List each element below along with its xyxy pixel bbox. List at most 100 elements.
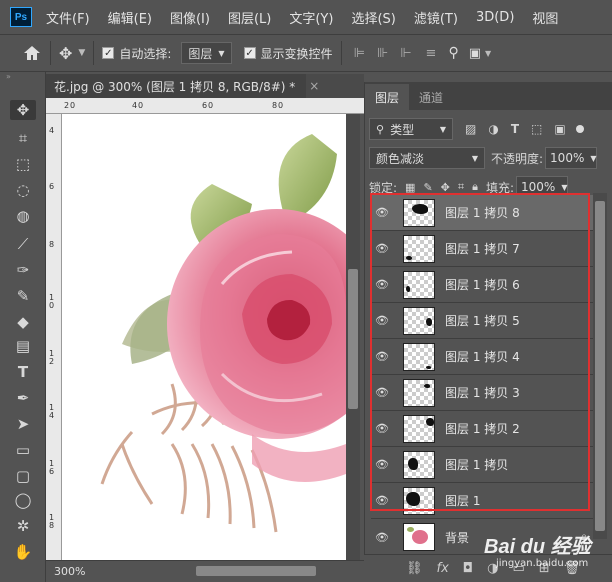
canvas-vertical-scrollbar[interactable]	[346, 114, 360, 560]
hand-tool-icon[interactable]: ✋	[13, 542, 33, 562]
filter-shape-icon[interactable]: ⬚	[531, 122, 542, 136]
layer-row[interactable]: 👁︎ 图层 1 拷贝	[371, 447, 593, 483]
layer-row[interactable]: 👁︎ 图层 1 拷贝 6	[371, 267, 593, 303]
blend-mode-dropdown[interactable]: 颜色减淡 ▼	[369, 147, 485, 169]
visibility-eye-icon[interactable]: 👁︎	[371, 386, 393, 399]
align-center-icon[interactable]: ⊪	[377, 46, 388, 61]
menu-select[interactable]: 选择(S)	[351, 8, 395, 27]
opacity-field[interactable]: 100% ▼	[545, 147, 598, 169]
layer-name[interactable]: 图层 1 拷贝 8	[445, 204, 520, 221]
chevron-down-icon[interactable]: ▼	[78, 48, 85, 58]
layer-row[interactable]: 👁︎ 图层 1 拷贝 4	[371, 339, 593, 375]
document-canvas[interactable]	[62, 114, 346, 560]
layer-row[interactable]: 👁︎ 图层 1 拷贝 7	[371, 231, 593, 267]
filter-toggle-icon[interactable]	[575, 125, 584, 133]
gradient-tool-icon[interactable]: ▤	[13, 336, 33, 356]
auto-select-checkbox[interactable]: ✓	[102, 47, 115, 59]
menu-3d[interactable]: 3D(D)	[476, 10, 514, 25]
menu-layer[interactable]: 图层(L)	[228, 8, 271, 27]
layer-row[interactable]: 👁︎ 图层 1	[371, 483, 593, 519]
layer-name[interactable]: 图层 1 拷贝 4	[445, 348, 520, 365]
menu-edit[interactable]: 编辑(E)	[108, 8, 152, 27]
layer-name[interactable]: 图层 1 拷贝 6	[445, 276, 520, 293]
document-tab[interactable]: 花.jpg @ 300% (图层 1 拷贝 8, RGB/8#) * ×	[46, 74, 319, 98]
show-transform-checkbox[interactable]: ✓	[243, 47, 256, 59]
lock-all-icon[interactable]: 🔒︎	[472, 180, 478, 194]
search-icon[interactable]: ⚲	[448, 45, 458, 61]
menu-file[interactable]: 文件(F)	[46, 8, 90, 27]
visibility-eye-icon[interactable]: 👁︎	[371, 242, 393, 255]
brush-tool-icon[interactable]: ✎	[13, 286, 33, 306]
move-tool-icon[interactable]: ✥	[10, 100, 36, 120]
layer-row[interactable]: 👁︎ 图层 1 拷贝 2	[371, 411, 593, 447]
marquee-tool-icon[interactable]: ⬚	[13, 154, 33, 174]
menu-view[interactable]: 视图	[532, 8, 558, 27]
layer-name[interactable]: 图层 1 拷贝 7	[445, 240, 520, 257]
visibility-eye-icon[interactable]: 👁︎	[371, 494, 393, 507]
layer-row[interactable]: 👁︎ 图层 1 拷贝 8	[371, 195, 593, 231]
scrollbar-thumb[interactable]	[348, 269, 358, 409]
lock-artboard-icon[interactable]: ⌗	[458, 180, 464, 194]
layers-scrollbar[interactable]	[593, 193, 607, 539]
filter-adjustment-icon[interactable]: ◑	[488, 122, 498, 136]
rounded-rect-tool-icon[interactable]: ▢	[13, 466, 33, 486]
tab-channels[interactable]: 通道	[409, 84, 453, 110]
fx-icon[interactable]: fx	[437, 561, 449, 576]
link-icon[interactable]: ⛓︎	[406, 561, 423, 576]
pen-tool-icon[interactable]: ✒	[13, 388, 33, 408]
menu-type[interactable]: 文字(Y)	[289, 8, 333, 27]
layer-name[interactable]: 图层 1	[445, 492, 480, 509]
scrollbar-thumb[interactable]	[595, 201, 605, 531]
menu-filter[interactable]: 滤镜(T)	[414, 8, 458, 27]
visibility-eye-icon[interactable]: 👁︎	[371, 206, 393, 219]
filter-type-icon[interactable]: T	[511, 122, 519, 136]
scrollbar-thumb[interactable]	[196, 566, 316, 576]
layer-row[interactable]: 👁︎ 图层 1 拷贝 3	[371, 375, 593, 411]
ellipse-tool-icon[interactable]: ◯	[13, 490, 33, 510]
auto-select-dropdown[interactable]: 图层 ▼	[181, 42, 232, 64]
adjustment-icon[interactable]: ◑	[487, 561, 498, 576]
lock-position-icon[interactable]: ✥	[441, 181, 450, 194]
layer-name[interactable]: 图层 1 拷贝 3	[445, 384, 520, 401]
filter-smart-object-icon[interactable]: ▣	[554, 122, 565, 136]
quick-select-tool-icon[interactable]: ◍	[13, 206, 33, 226]
type-tool-icon[interactable]: T	[13, 362, 33, 382]
distribute-icon[interactable]: ≡	[426, 46, 437, 61]
trash-icon[interactable]: 🗑︎	[564, 561, 581, 576]
rectangle-tool-icon[interactable]: ▭	[13, 440, 33, 460]
canvas-horizontal-scrollbar[interactable]	[96, 561, 346, 581]
lock-pixels-icon[interactable]: ✎	[423, 181, 432, 194]
visibility-eye-icon[interactable]: 👁︎	[371, 278, 393, 291]
layer-name[interactable]: 背景	[445, 529, 469, 546]
chevron-down-icon[interactable]: ▼	[485, 49, 491, 58]
align-right-icon[interactable]: ⊩	[400, 46, 411, 61]
custom-shape-tool-icon[interactable]: ✲	[13, 516, 33, 536]
move-tool-icon[interactable]: ✥	[59, 44, 72, 63]
tab-layers[interactable]: 图层	[365, 84, 410, 110]
home-icon[interactable]	[22, 43, 42, 63]
artboard-tool-icon[interactable]: ⌗	[13, 128, 33, 148]
crop-tool-icon[interactable]: ⟋	[13, 234, 33, 254]
visibility-eye-icon[interactable]: 👁︎	[371, 422, 393, 435]
layer-row[interactable]: 👁︎ 背景 🔒︎	[371, 519, 593, 555]
toolbar-collapse-icon[interactable]: »	[6, 72, 11, 81]
lasso-tool-icon[interactable]: ◌	[13, 180, 33, 200]
filter-pixel-icon[interactable]: ▨	[465, 122, 476, 136]
visibility-eye-icon[interactable]: 👁︎	[371, 314, 393, 327]
zoom-level[interactable]: 300%	[54, 565, 85, 578]
visibility-eye-icon[interactable]: 👁︎	[371, 350, 393, 363]
layer-name[interactable]: 图层 1 拷贝 2	[445, 420, 520, 437]
folder-icon[interactable]: ▭	[512, 561, 524, 576]
mask-icon[interactable]: ◘	[463, 561, 473, 576]
path-select-tool-icon[interactable]: ➤	[13, 414, 33, 434]
visibility-eye-icon[interactable]: 👁︎	[371, 458, 393, 471]
layer-filter-dropdown[interactable]: ⚲ 类型 ▼	[369, 118, 453, 140]
align-left-icon[interactable]: ⊫	[354, 46, 365, 61]
workspace-icon[interactable]: ▣	[469, 46, 481, 61]
new-layer-icon[interactable]: ⊞	[539, 561, 550, 576]
close-icon[interactable]: ×	[309, 79, 319, 93]
layer-row[interactable]: 👁︎ 图层 1 拷贝 5	[371, 303, 593, 339]
layer-name[interactable]: 图层 1 拷贝 5	[445, 312, 520, 329]
layer-name[interactable]: 图层 1 拷贝	[445, 456, 508, 473]
eraser-tool-icon[interactable]: ◆	[13, 312, 33, 332]
